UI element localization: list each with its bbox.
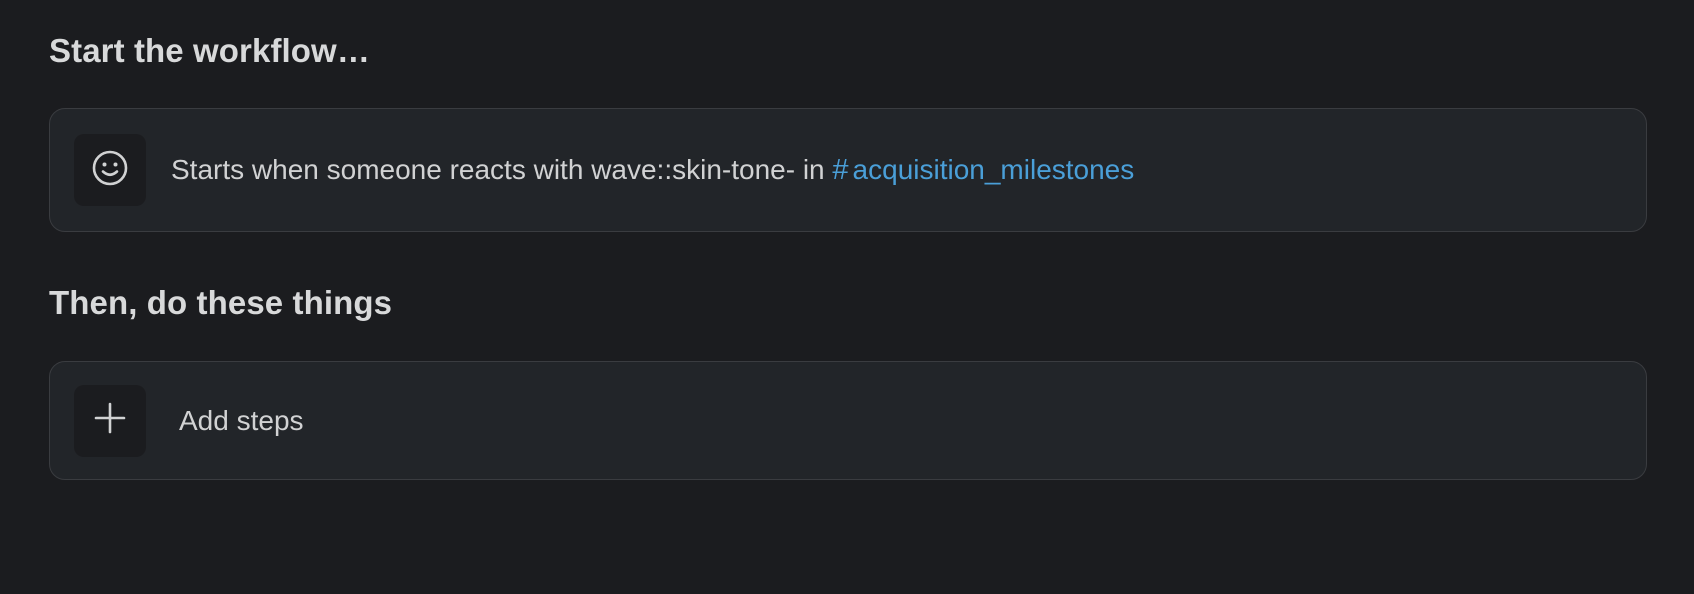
channel-hash: # <box>832 153 849 186</box>
add-steps-label: Add steps <box>179 404 304 436</box>
trigger-text: Starts when someone reacts with wave::sk… <box>171 153 825 185</box>
trigger-icon-tile <box>74 134 146 206</box>
trigger-card[interactable]: Starts when someone reacts with wave::sk… <box>49 108 1647 232</box>
plus-icon <box>93 401 127 440</box>
smiley-face-icon <box>91 149 129 192</box>
section-title-start: Start the workflow… <box>49 32 370 69</box>
channel-name: acquisition_milestones <box>852 153 1135 185</box>
workflow-builder: Start the workflow… Starts when someone … <box>0 0 1694 594</box>
trigger-description: Starts when someone reacts with wave::sk… <box>171 154 1134 187</box>
add-steps-button[interactable]: Add steps <box>49 361 1647 480</box>
section-title-then: Then, do these things <box>49 284 393 321</box>
add-steps-icon-tile <box>74 384 146 457</box>
channel-link[interactable]: # acquisition_milestones <box>832 153 1135 186</box>
